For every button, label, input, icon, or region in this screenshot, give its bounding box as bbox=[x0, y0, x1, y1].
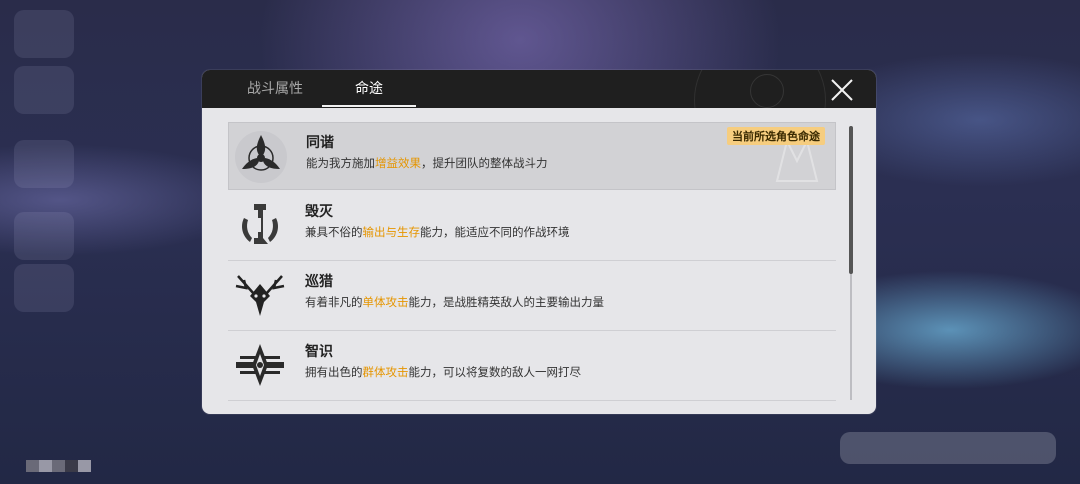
destruction-icon bbox=[242, 204, 278, 244]
path-description: 拥有出色的群体攻击能力，可以将复数的敌人一网打尽 bbox=[305, 364, 581, 380]
path-description: 兼具不俗的输出与生存能力，能适应不同的作战环境 bbox=[305, 224, 570, 240]
background-blur-shape bbox=[840, 432, 1056, 464]
background-blur-shape bbox=[14, 66, 74, 114]
description-highlight: 群体攻击 bbox=[362, 365, 409, 379]
path-dialog: 战斗属性 命途 同谐 能为我方施加增益效果，提升团队的整体战斗力 当前所选角色命… bbox=[202, 70, 876, 414]
description-text: 兼具不俗的 bbox=[305, 225, 363, 239]
description-text: 有着非凡的 bbox=[305, 295, 363, 309]
description-highlight: 输出与生存 bbox=[362, 225, 421, 239]
background-blur-shape bbox=[14, 140, 74, 188]
background-pixel-dots bbox=[26, 460, 91, 472]
active-tab-indicator bbox=[322, 105, 416, 107]
description-text: 能力，可以将复数的敌人一网打尽 bbox=[408, 365, 582, 379]
description-text: 能力，能适应不同的作战环境 bbox=[420, 225, 570, 239]
path-name: 巡猎 bbox=[305, 274, 333, 290]
path-description: 有着非凡的单体攻击能力，是战胜精英敌人的主要输出力量 bbox=[305, 294, 604, 310]
description-highlight: 增益效果 bbox=[375, 156, 421, 170]
tab-combat-attributes[interactable]: 战斗属性 bbox=[232, 70, 318, 108]
erudition-icon bbox=[236, 344, 284, 386]
hunt-icon bbox=[235, 275, 285, 316]
description-text: 能力，是战胜精英敌人的主要输出力量 bbox=[408, 295, 605, 309]
scrollbar-thumb[interactable] bbox=[849, 126, 853, 274]
path-item-destruction[interactable]: 毁灭 兼具不俗的输出与生存能力，能适应不同的作战环境 bbox=[228, 192, 836, 261]
close-button[interactable] bbox=[828, 76, 856, 104]
description-highlight: 单体攻击 bbox=[362, 295, 409, 309]
path-name: 智识 bbox=[305, 344, 333, 360]
harmony-icon bbox=[235, 131, 287, 183]
path-name: 同谐 bbox=[306, 135, 334, 151]
background-blur-shape bbox=[14, 212, 74, 260]
description-text: 拥有出色的 bbox=[305, 365, 363, 379]
description-text: ，提升团队的整体战斗力 bbox=[421, 156, 548, 170]
path-item-erudition[interactable]: 智识 拥有出色的群体攻击能力，可以将复数的敌人一网打尽 bbox=[228, 332, 836, 401]
current-path-badge: 当前所选角色命途 bbox=[727, 127, 825, 145]
dialog-header: 战斗属性 命途 bbox=[202, 70, 876, 108]
path-item-harmony[interactable]: 同谐 能为我方施加增益效果，提升团队的整体战斗力 当前所选角色命途 bbox=[228, 122, 836, 190]
path-item-hunt[interactable]: 巡猎 有着非凡的单体攻击能力，是战胜精英敌人的主要输出力量 bbox=[228, 262, 836, 331]
header-decoration bbox=[750, 74, 784, 108]
path-name: 毁灭 bbox=[305, 204, 333, 220]
description-text: 能为我方施加 bbox=[306, 156, 375, 170]
close-icon bbox=[831, 79, 853, 101]
background-blur-shape bbox=[14, 10, 74, 58]
path-list: 同谐 能为我方施加增益效果，提升团队的整体战斗力 当前所选角色命途 毁灭 兼具不… bbox=[228, 122, 836, 408]
background-blur-shape bbox=[14, 264, 74, 312]
path-description: 能为我方施加增益效果，提升团队的整体战斗力 bbox=[306, 155, 548, 171]
tab-path[interactable]: 命途 bbox=[322, 70, 416, 108]
